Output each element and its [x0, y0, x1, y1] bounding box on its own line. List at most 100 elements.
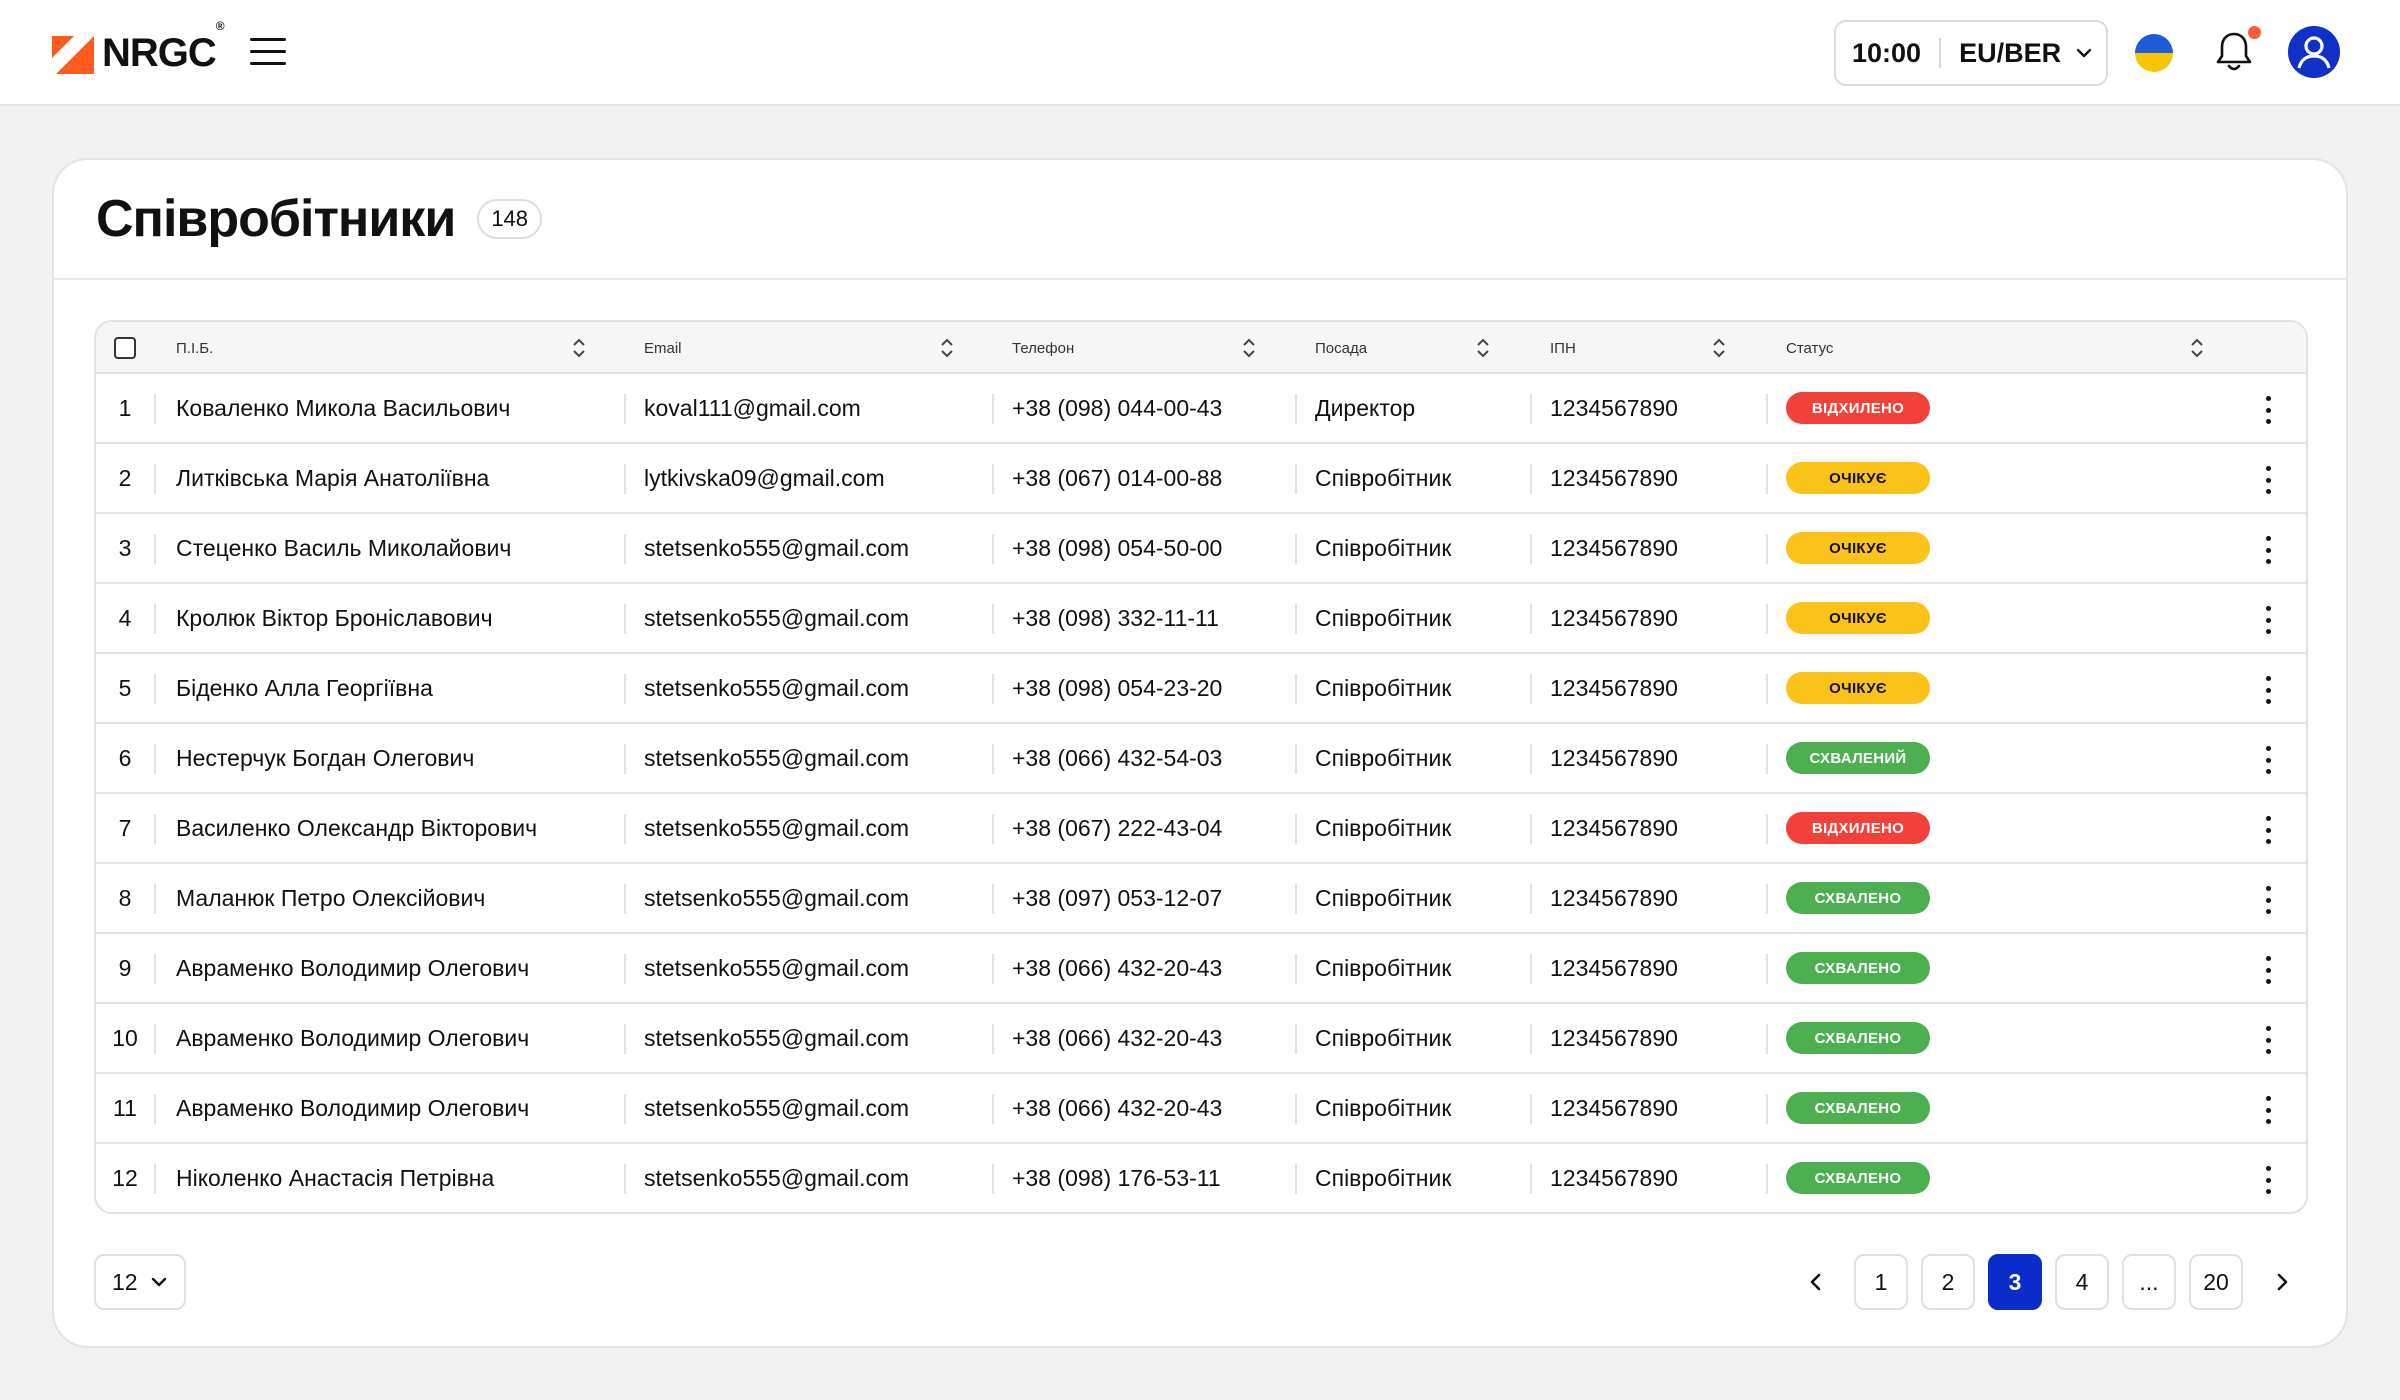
status-badge: СХВАЛЕНО [1786, 952, 1930, 984]
employee-ipn: 1234567890 [1550, 1164, 1678, 1191]
table-row[interactable]: 11 Авраменко Володимир Олегович stetsenko5… [96, 1074, 2306, 1144]
row-number: 1 [118, 394, 132, 421]
timezone-select[interactable]: 10:00 EU/BER [1834, 20, 2108, 86]
page-button[interactable]: 20 [2189, 1254, 2243, 1310]
column-divider [992, 1094, 994, 1124]
employee-name: Авраменко Володимир Олегович [176, 1094, 530, 1121]
sort-icon[interactable] [2188, 337, 2206, 359]
sort-icon[interactable] [1474, 337, 1492, 359]
next-page-icon[interactable] [2268, 1268, 2296, 1296]
more-actions-icon[interactable] [2256, 676, 2280, 704]
column-header-phone[interactable]: Телефон [1012, 322, 1074, 374]
employee-email: stetsenko555@gmail.com [644, 1024, 909, 1051]
employee-email: stetsenko555@gmail.com [644, 884, 909, 911]
prev-page-icon[interactable] [1802, 1268, 1830, 1296]
employee-email: stetsenko555@gmail.com [644, 674, 909, 701]
chevron-down-icon [151, 1277, 166, 1287]
table-row[interactable]: 4 Кролюк Віктор Броніславович stetsenko555… [96, 584, 2306, 654]
column-header-email[interactable]: Email [644, 322, 682, 374]
more-actions-icon[interactable] [2256, 1166, 2280, 1194]
employee-email: lytkivska09@gmail.com [644, 464, 885, 491]
divider [1939, 38, 1942, 68]
table-row[interactable]: 10 Авраменко Володимир Олегович stetsenko5… [96, 1004, 2306, 1074]
column-header-ipn[interactable]: ІПН [1550, 322, 1576, 374]
page-button[interactable]: 2 [1921, 1254, 1975, 1310]
column-divider [1295, 534, 1297, 564]
employee-phone: +38 (066) 432-20-43 [1012, 1094, 1223, 1121]
employees-table: П.І.Б. Email Телефон Посада ІПН Статус 1… [94, 320, 2308, 1214]
column-divider [154, 1024, 156, 1054]
row-number: 5 [118, 674, 132, 701]
employee-position: Співробітник [1315, 1024, 1452, 1051]
column-divider [1530, 1024, 1532, 1054]
employee-email: stetsenko555@gmail.com [644, 1094, 909, 1121]
column-divider [1766, 1094, 1768, 1124]
column-header-status[interactable]: Статус [1786, 322, 1833, 374]
sort-icon[interactable] [1240, 337, 1258, 359]
employee-phone: +38 (066) 432-20-43 [1012, 954, 1223, 981]
page-ellipsis[interactable]: ... [2122, 1254, 2176, 1310]
column-divider [1295, 1024, 1297, 1054]
table-row[interactable]: 8 Маланюк Петро Олексійович stetsenko555@g… [96, 864, 2306, 934]
employee-position: Співробітник [1315, 604, 1452, 631]
employee-ipn: 1234567890 [1550, 884, 1678, 911]
column-header-position[interactable]: Посада [1315, 322, 1367, 374]
sort-icon[interactable] [938, 337, 956, 359]
employee-email: koval111@gmail.com [644, 394, 861, 421]
column-divider [1766, 534, 1768, 564]
column-header-name[interactable]: П.І.Б. [176, 322, 213, 374]
more-actions-icon[interactable] [2256, 536, 2280, 564]
page-button[interactable]: 1 [1854, 1254, 1908, 1310]
employee-position: Директор [1315, 394, 1416, 421]
bell-icon[interactable] [2214, 30, 2254, 74]
more-actions-icon[interactable] [2256, 746, 2280, 774]
logo[interactable]: NRGC® [52, 19, 225, 76]
employee-position: Співробітник [1315, 534, 1452, 561]
select-all-checkbox[interactable] [114, 337, 136, 359]
row-number: 7 [118, 814, 132, 841]
more-actions-icon[interactable] [2256, 396, 2280, 424]
column-divider [992, 1024, 994, 1054]
page-button[interactable]: 3 [1988, 1254, 2042, 1310]
column-divider [1530, 1164, 1532, 1194]
sort-icon[interactable] [1710, 337, 1728, 359]
more-actions-icon[interactable] [2256, 816, 2280, 844]
table-row[interactable]: 9 Авраменко Володимир Олегович stetsenko55… [96, 934, 2306, 1004]
employee-email: stetsenko555@gmail.com [644, 744, 909, 771]
sort-icon[interactable] [570, 337, 588, 359]
table-row[interactable]: 12 Ніколенко Анастасія Петрівна stetsenko5… [96, 1144, 2306, 1212]
row-number: 4 [118, 604, 132, 631]
ukraine-flag-icon[interactable] [2135, 34, 2173, 72]
rows-per-page-select[interactable]: 12 [94, 1254, 186, 1310]
menu-icon[interactable] [250, 38, 286, 66]
column-divider [992, 744, 994, 774]
table-row[interactable]: 5 Біденко Алла Георгіївна stetsenko555@gma… [96, 654, 2306, 724]
column-divider [624, 744, 626, 774]
column-divider [1766, 464, 1768, 494]
more-actions-icon[interactable] [2256, 466, 2280, 494]
more-actions-icon[interactable] [2256, 1026, 2280, 1054]
status-badge: СХВАЛЕНО [1786, 1022, 1930, 1054]
avatar[interactable] [2288, 26, 2340, 78]
more-actions-icon[interactable] [2256, 606, 2280, 634]
page-button[interactable]: 4 [2055, 1254, 2109, 1310]
employee-ipn: 1234567890 [1550, 954, 1678, 981]
table-row[interactable]: 7 Василенко Олександр Вікторович stetsenko… [96, 794, 2306, 864]
column-divider [1295, 464, 1297, 494]
table-row[interactable]: 1 Коваленко Микола Васильович koval111@gma… [96, 374, 2306, 444]
table-row[interactable]: 6 Нестерчук Богдан Олегович stetsenko555@g… [96, 724, 2306, 794]
employee-name: Біденко Алла Георгіївна [176, 674, 433, 701]
table-row[interactable]: 3 Стеценко Василь Миколайович stetsenko555… [96, 514, 2306, 584]
table-header: П.І.Б. Email Телефон Посада ІПН Статус [96, 322, 2306, 374]
column-divider [1766, 1164, 1768, 1194]
status-badge: СХВАЛЕНО [1786, 1162, 1930, 1194]
more-actions-icon[interactable] [2256, 1096, 2280, 1124]
timezone-label: EU/BER [1959, 37, 2062, 68]
status-cell: СХВАЛЕНО [1786, 1074, 1930, 1142]
table-body: 1 Коваленко Микола Васильович koval111@gma… [96, 374, 2306, 1212]
column-divider [624, 1164, 626, 1194]
more-actions-icon[interactable] [2256, 956, 2280, 984]
table-row[interactable]: 2 Литківська Марія Анатоліївна lytkivska09… [96, 444, 2306, 514]
more-actions-icon[interactable] [2256, 886, 2280, 914]
employee-name: Авраменко Володимир Олегович [176, 954, 530, 981]
